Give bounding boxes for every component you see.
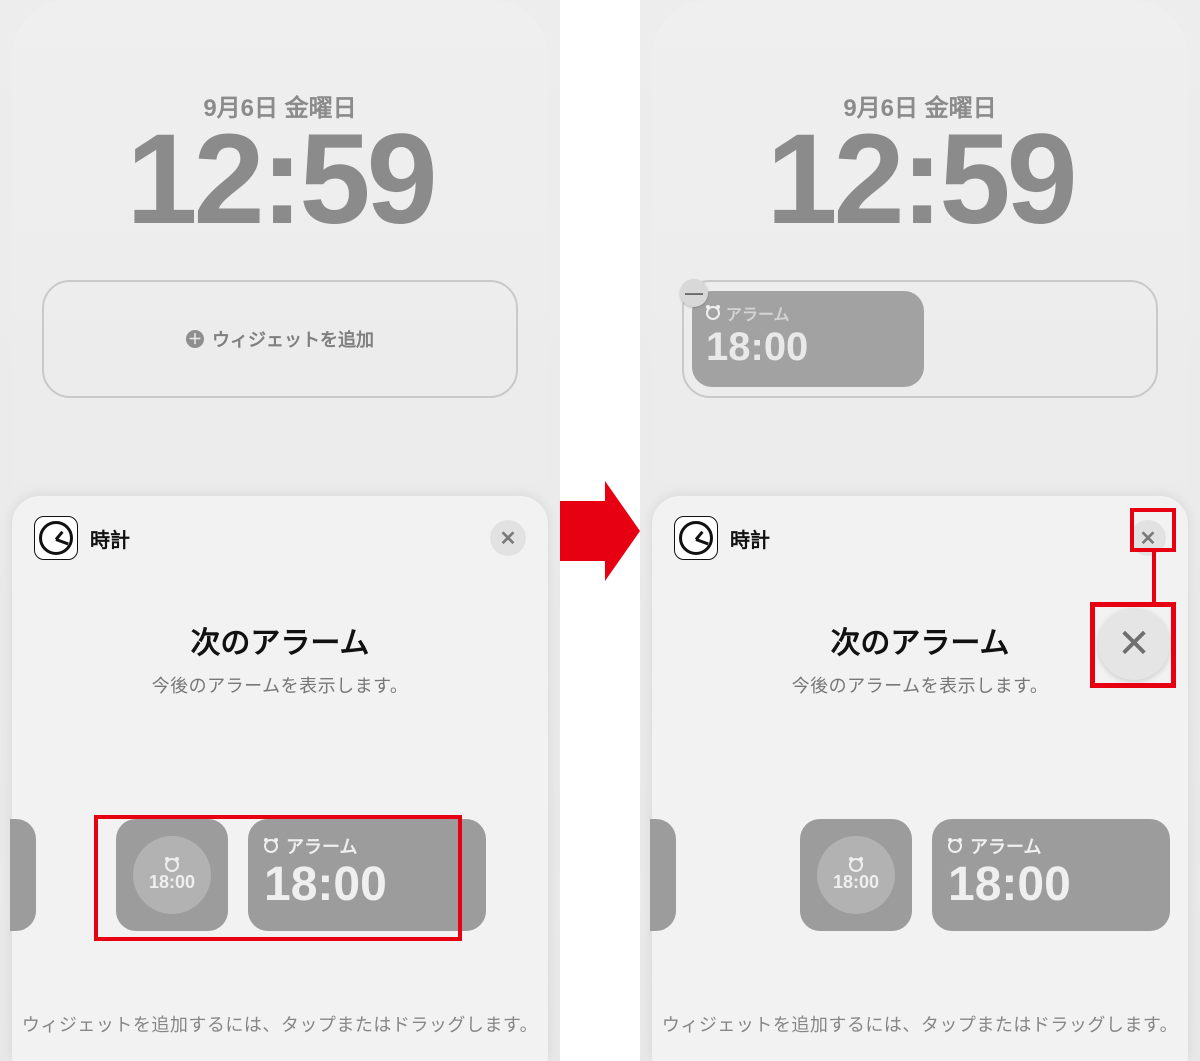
sheet-header: 時計 ✕ (34, 516, 526, 560)
widget-option-peek[interactable] (10, 819, 36, 931)
placed-alarm-widget[interactable]: — アラーム 18:00 (692, 291, 924, 387)
clock-face-icon (679, 521, 713, 555)
add-widget-label: ウィジェットを追加 (212, 326, 374, 352)
widget-small-time: 18:00 (833, 872, 879, 893)
sheet-subtitle: 今後のアラームを表示します。 (34, 672, 526, 698)
clock-app-icon (674, 516, 718, 560)
remove-widget-button[interactable]: — (680, 279, 708, 307)
comparison-layout: 9月6日 金曜日 12:59 ＋ ウィジェットを追加 時計 ✕ (0, 0, 1200, 1061)
widget-picker-sheet-left: 時計 ✕ 次のアラーム 今後のアラームを表示します。 18:00 (12, 496, 548, 1061)
highlight-connector (1152, 552, 1156, 604)
sheet-title: 次のアラーム (34, 618, 526, 662)
alarm-icon (948, 839, 962, 853)
sheet-hint: ウィジェットを追加するには、タップまたはドラッグします。 (12, 1011, 548, 1037)
arrow-right-icon (560, 481, 640, 581)
clock-app-icon (34, 516, 78, 560)
phone-right: 9月6日 金曜日 12:59 — アラーム 18:00 (640, 0, 1200, 1061)
placed-widget-time: 18:00 (706, 327, 910, 367)
arrow-between (560, 481, 640, 581)
widget-option-small[interactable]: 18:00 (800, 819, 912, 931)
close-icon: ✕ (500, 526, 517, 551)
plus-icon: ＋ (186, 330, 204, 348)
alarm-icon (849, 858, 863, 872)
small-widget-inner: 18:00 (817, 836, 895, 914)
phone-left-screen: 9月6日 金曜日 12:59 ＋ ウィジェットを追加 時計 ✕ (12, 0, 548, 1061)
widget-wide-label: アラーム (970, 833, 1041, 859)
widget-option-peek[interactable] (650, 819, 676, 931)
lock-time: 12:59 (12, 116, 548, 244)
clock-face-icon (39, 521, 73, 555)
widget-picker-sheet-right: 時計 ✕ 次のアラーム 今後のアラームを表示します。 18:00 (652, 496, 1188, 1061)
sheet-hint: ウィジェットを追加するには、タップまたはドラッグします。 (652, 1011, 1188, 1037)
sheet-app-name: 時計 (730, 524, 770, 553)
widget-options-row: 18:00 アラーム 18:00 (652, 815, 1188, 935)
close-sheet-button[interactable]: ✕ (490, 520, 526, 556)
sheet-header-left: 時計 (34, 516, 130, 560)
widget-wide-time: 18:00 (948, 861, 1154, 909)
alarm-icon (706, 306, 720, 320)
widget-slot-filled[interactable]: — アラーム 18:00 (682, 280, 1158, 398)
placed-widget-label: アラーム (726, 301, 790, 325)
phone-right-screen: 9月6日 金曜日 12:59 — アラーム 18:00 (652, 0, 1188, 1061)
highlight-widget-options (94, 815, 462, 941)
widget-wide-label-row: アラーム (948, 833, 1154, 859)
widget-option-wide[interactable]: アラーム 18:00 (932, 819, 1170, 931)
highlight-close-zoom (1090, 602, 1176, 688)
highlight-close-small (1130, 508, 1176, 552)
add-widget-slot[interactable]: ＋ ウィジェットを追加 (42, 280, 518, 398)
placed-widget-label-row: アラーム (706, 301, 910, 325)
phone-left: 9月6日 金曜日 12:59 ＋ ウィジェットを追加 時計 ✕ (0, 0, 560, 1061)
minus-icon: — (685, 283, 703, 304)
sheet-header-left: 時計 (674, 516, 770, 560)
lock-time: 12:59 (652, 116, 1188, 244)
sheet-app-name: 時計 (90, 524, 130, 553)
sheet-header: 時計 ✕ (674, 516, 1166, 560)
